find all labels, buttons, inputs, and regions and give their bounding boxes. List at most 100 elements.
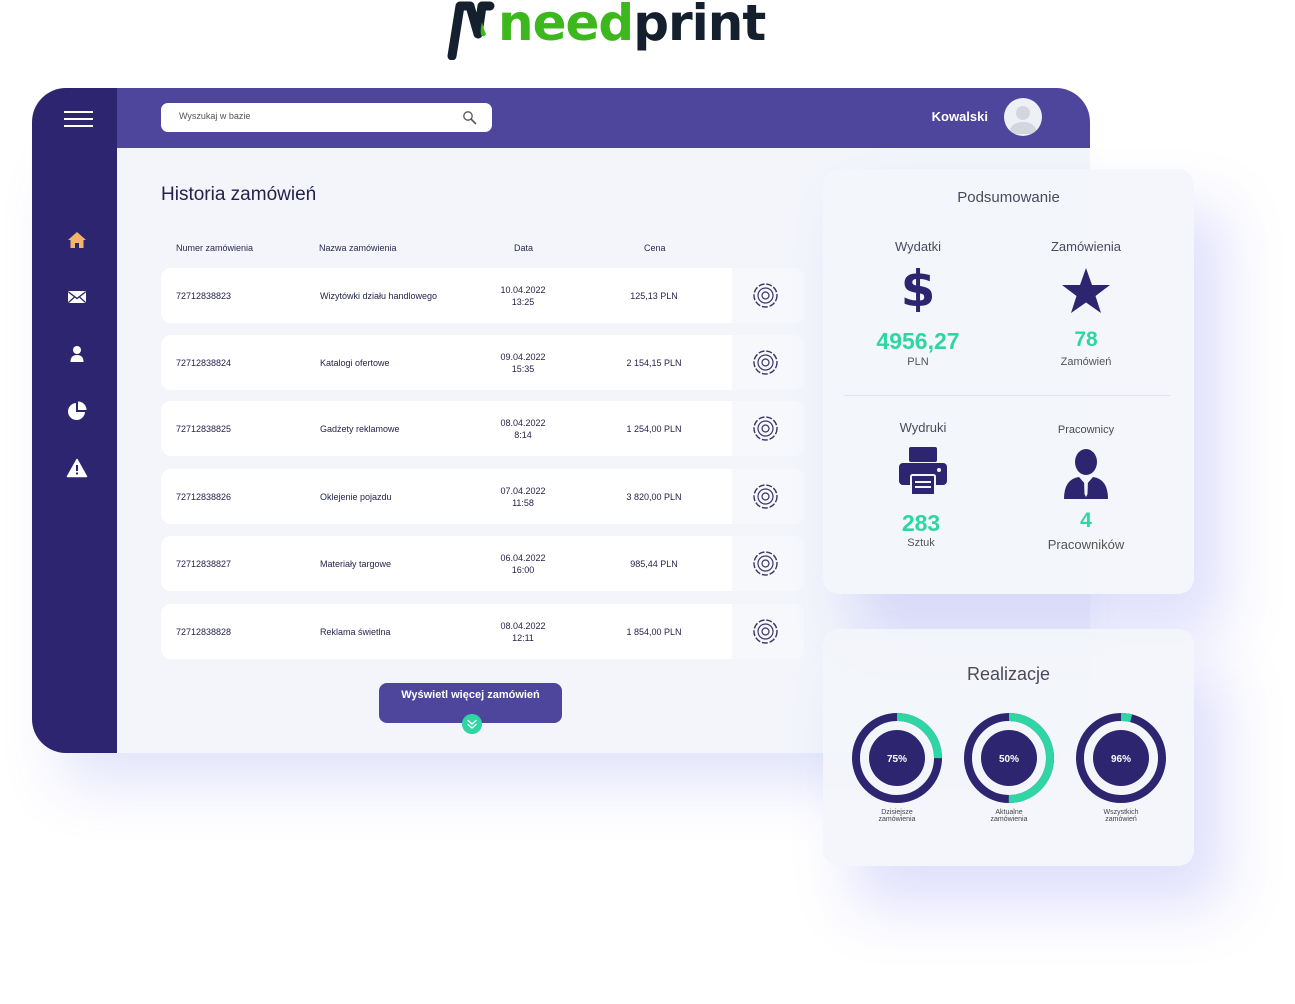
order-settings-button[interactable] xyxy=(732,401,804,456)
summary-card: Podsumowanie Wydatki $ 4956,27 PLN Zamów… xyxy=(823,169,1194,594)
star-icon xyxy=(1062,268,1110,313)
order-name: Wizytówki działu handlowego xyxy=(320,290,438,301)
order-time: 12:11 xyxy=(512,632,534,643)
search-icon[interactable] xyxy=(462,110,477,125)
realization-title: Realizacje xyxy=(966,664,1051,684)
order-name: Reklama świetlna xyxy=(320,626,391,637)
gear-icon xyxy=(753,416,778,441)
order-time: 11:58 xyxy=(512,497,534,508)
orders-stat-value: 78 xyxy=(1074,328,1098,351)
search-box[interactable] xyxy=(161,103,492,132)
expenses-label: Wydatki xyxy=(894,239,942,254)
progress-donut: 96% xyxy=(1076,713,1166,803)
order-settings-button[interactable] xyxy=(732,536,804,591)
order-price: 1 854,00 PLN xyxy=(626,626,682,637)
pie-chart-icon[interactable] xyxy=(66,400,88,422)
column-header-number[interactable]: Numer zamówienia xyxy=(176,243,253,253)
printer-icon xyxy=(899,447,947,496)
order-date: 07.04.2022 xyxy=(500,485,546,496)
show-more-label: Wyświetl więcej zamówień xyxy=(401,689,540,701)
prints-value: 283 xyxy=(901,510,941,536)
menu-icon[interactable] xyxy=(64,111,93,129)
order-price: 2 154,15 PLN xyxy=(626,357,682,368)
order-settings-button[interactable] xyxy=(732,604,804,659)
order-price: 1 254,00 PLN xyxy=(626,423,682,434)
summary-title: Podsumowanie xyxy=(957,189,1060,206)
donut-caption: Dzisiejsze zamówienia xyxy=(842,809,952,823)
order-settings-button[interactable] xyxy=(732,335,804,390)
donut-caption-line1: Wszystkich xyxy=(1103,809,1139,816)
svg-text:$: $ xyxy=(901,262,936,312)
chevron-down-icon[interactable] xyxy=(462,714,482,734)
home-icon[interactable] xyxy=(66,229,88,251)
donut-caption-line1: Aktualne xyxy=(995,809,1023,816)
order-price: 3 820,00 PLN xyxy=(626,491,682,502)
order-number: 72712838828 xyxy=(176,626,232,637)
orders-stat-unit: Zamówień xyxy=(1060,356,1112,368)
order-number: 72712838823 xyxy=(176,290,232,301)
mail-icon[interactable] xyxy=(66,286,88,308)
order-number: 72712838824 xyxy=(176,357,232,368)
logo-mark-icon xyxy=(447,1,495,60)
prints-label: Wydruki xyxy=(899,420,947,435)
order-time: 13:25 xyxy=(511,296,535,307)
order-settings-button[interactable] xyxy=(732,469,804,524)
table-row[interactable]: 72712838824 Katalogi ofertowe 09.04.2022 15… xyxy=(161,335,804,390)
order-date: 06.04.2022 xyxy=(500,552,546,563)
expenses-unit: PLN xyxy=(907,356,929,368)
brand-logo: needprint xyxy=(446,0,766,62)
order-name: Gadżety reklamowe xyxy=(320,423,400,434)
order-settings-button[interactable] xyxy=(732,268,804,323)
donut-percent-label: 96% xyxy=(1111,754,1131,765)
order-date: 10.04.2022 xyxy=(500,284,546,295)
order-number: 72712838827 xyxy=(176,558,232,569)
realization-card: Realizacje 75% Dzisiejsze zamówienia 50% Akt… xyxy=(823,629,1194,866)
user-icon[interactable] xyxy=(66,343,88,365)
avatar-placeholder-icon xyxy=(1009,106,1037,134)
gear-icon xyxy=(753,551,778,576)
donut-caption: Wszystkich zamówień xyxy=(1066,809,1176,823)
prints-unit: Sztuk xyxy=(907,537,935,549)
table-row[interactable]: 72712838823 Wizytówki działu handlowego 10… xyxy=(161,268,804,323)
order-name: Oklejenie pojazdu xyxy=(320,491,392,502)
order-date: 08.04.2022 xyxy=(500,620,546,631)
username[interactable]: Kowalski xyxy=(932,109,988,124)
employee-icon xyxy=(1064,449,1108,499)
order-price: 125,13 PLN xyxy=(630,290,678,301)
column-header-date[interactable]: Data xyxy=(514,243,533,253)
dollar-icon: $ xyxy=(901,262,936,312)
order-price: 985,44 PLN xyxy=(630,558,678,569)
donut-percent-label: 75% xyxy=(887,754,907,765)
order-name: Katalogi ofertowe xyxy=(320,357,390,368)
progress-donut: 75% xyxy=(852,713,942,803)
column-header-name[interactable]: Nazwa zamówienia xyxy=(319,243,397,253)
order-date: 08.04.2022 xyxy=(500,417,546,428)
order-number: 72712838825 xyxy=(176,423,232,434)
top-bar: Kowalski xyxy=(117,88,1090,148)
employees-unit: Pracowników xyxy=(1047,537,1125,552)
donut-percent-label: 50% xyxy=(999,754,1019,765)
expenses-value: 4956,27 xyxy=(876,328,960,354)
table-row[interactable]: 72712838828 Reklama świetlna 08.04.2022 12:… xyxy=(161,604,804,659)
summary-divider xyxy=(844,395,1170,396)
employees-label: Pracownicy xyxy=(1057,424,1115,436)
order-date: 09.04.2022 xyxy=(500,351,546,362)
table-row[interactable]: 72712838827 Materiały targowe 06.04.2022 16… xyxy=(161,536,804,591)
table-row[interactable]: 72712838826 Oklejenie pojazdu 07.04.2022 11… xyxy=(161,469,804,524)
column-header-price[interactable]: Cena xyxy=(644,243,666,253)
donut-caption: Aktualne zamówienia xyxy=(954,809,1064,823)
gear-icon xyxy=(753,619,778,644)
gear-icon xyxy=(753,350,778,375)
order-time: 8:14 xyxy=(514,429,532,440)
table-row[interactable]: 72712838825 Gadżety reklamowe 08.04.2022 8:… xyxy=(161,401,804,456)
avatar[interactable] xyxy=(1004,98,1042,136)
order-number: 72712838826 xyxy=(176,491,232,502)
orders-stat-label: Zamówienia xyxy=(1050,239,1122,254)
donut-caption-line1: Dzisiejsze xyxy=(881,809,913,816)
warning-icon[interactable] xyxy=(66,457,88,479)
order-time: 16:00 xyxy=(511,564,535,575)
gear-icon xyxy=(753,283,778,308)
gear-icon xyxy=(753,484,778,509)
search-input[interactable] xyxy=(177,110,451,122)
order-name: Materiały targowe xyxy=(320,558,392,569)
